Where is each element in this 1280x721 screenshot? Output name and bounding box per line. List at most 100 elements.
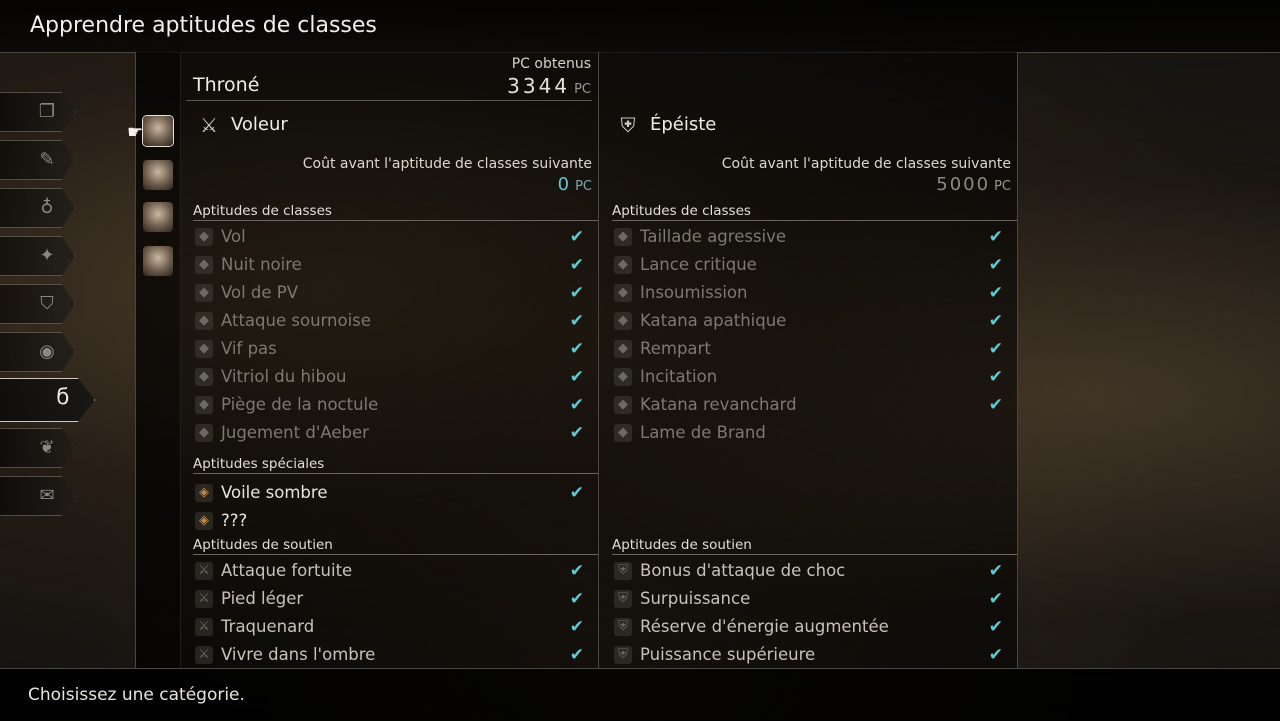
section-special-skills: Aptitudes spéciales	[193, 456, 598, 474]
category-tab-scroll[interactable]: ✉	[0, 476, 75, 516]
support-skill-icon: ⚔	[195, 618, 213, 636]
skill-name: Lance critique	[640, 255, 757, 274]
skill-row[interactable]: ◆ Nuit noire ✔	[193, 253, 584, 279]
skill-row[interactable]: ◆ Rempart ✔	[612, 337, 1003, 363]
skill-row[interactable]: ◈ Voile sombre ✔	[193, 481, 584, 507]
divider	[186, 100, 592, 101]
learned-check-icon: ✔	[988, 395, 1003, 415]
skill-row[interactable]: ◆ Katana apathique ✔	[612, 309, 1003, 335]
skill-icon: ◆	[195, 228, 213, 246]
portrait-throne[interactable]: ☛	[127, 116, 173, 146]
learned-check-icon: ✔	[569, 483, 584, 503]
skill-row[interactable]: ⚔ Traquenard ✔	[193, 615, 584, 641]
left-job-panel: Throné PC obtenus 3344 PC ⚔ Voleur Coût a…	[180, 52, 599, 668]
skill-row[interactable]: ⛨ Réserve d'énergie augmentée ✔	[612, 615, 1003, 641]
section-class-skills: Aptitudes de classes	[612, 203, 1017, 221]
potion-icon: ♁	[40, 197, 54, 218]
cost-label: Coût avant l'aptitude de classes suivant…	[721, 156, 1011, 172]
skill-row[interactable]: ⛨ Puissance supérieure ✔	[612, 643, 1003, 669]
book-icon: ❐	[38, 101, 56, 122]
skill-name: Puissance supérieure	[640, 645, 816, 664]
support-skill-icon: ⛨	[614, 562, 632, 580]
orb-icon: ◉	[39, 341, 55, 362]
skill-row[interactable]: ◆ Vitriol du hibou ✔	[193, 365, 584, 391]
skill-name: Vivre dans l'ombre	[221, 645, 376, 664]
learned-check-icon: ✔	[988, 255, 1003, 275]
skill-row[interactable]: ◆ Vol ✔	[193, 225, 584, 251]
skill-row[interactable]: ◆ Jugement d'Aeber ✔	[193, 421, 584, 447]
portrait-character-2[interactable]	[143, 160, 173, 190]
skill-row[interactable]: ◆ Vol de PV ✔	[193, 281, 584, 307]
learned-check-icon: ✔	[569, 255, 584, 275]
skill-row[interactable]: ◆ Taillade agressive ✔	[612, 225, 1003, 251]
skill-name: Surpuissance	[640, 589, 751, 608]
special-skill-icon: ◈	[195, 484, 213, 502]
learned-check-icon: ✔	[988, 367, 1003, 387]
learned-check-icon: ✔	[569, 589, 584, 609]
learned-check-icon: ✔	[569, 227, 584, 247]
category-tab-potion[interactable]: ♁	[0, 188, 75, 228]
skill-name: Vitriol du hibou	[221, 367, 347, 386]
section-class-skills: Aptitudes de classes	[193, 203, 598, 221]
category-tab-feather[interactable]: ✎	[0, 140, 75, 180]
category-tab-book[interactable]: ❐	[0, 92, 75, 132]
skill-row[interactable]: ◆ Incitation ✔	[612, 365, 1003, 391]
section-support-skills: Aptitudes de soutien	[193, 537, 598, 555]
curl-icon: ϭ	[56, 385, 70, 410]
pc-label: PC obtenus	[511, 56, 591, 72]
character-name: Throné	[193, 74, 260, 96]
support-skill-icon: ⛨	[614, 590, 632, 608]
skill-row[interactable]: ◆ Lance critique ✔	[612, 253, 1003, 279]
portrait-character-4[interactable]	[143, 246, 173, 276]
leaf-icon: ❦	[39, 437, 55, 458]
skill-name: Attaque sournoise	[221, 311, 371, 330]
skill-icon: ◆	[195, 284, 213, 302]
skill-name: Attaque fortuite	[221, 561, 353, 580]
skill-row[interactable]: ⛨ Bonus d'attaque de choc ✔	[612, 559, 1003, 585]
learned-check-icon: ✔	[569, 423, 584, 443]
skill-row[interactable]: ◆ Attaque sournoise ✔	[193, 309, 584, 335]
skill-row[interactable]: ⚔ Attaque fortuite ✔	[193, 559, 584, 585]
skill-row[interactable]: ⛨ Surpuissance ✔	[612, 587, 1003, 613]
footer-bar: Choisissez une catégorie.	[0, 668, 1280, 721]
category-tab-leaf[interactable]: ❦	[0, 428, 75, 468]
scroll-icon: ✉	[39, 485, 55, 506]
skill-icon: ◆	[614, 368, 632, 386]
category-tab-sparkle[interactable]: ✦	[0, 236, 75, 276]
category-tab-curl[interactable]: ϭ	[0, 378, 95, 422]
learned-check-icon: ✔	[988, 283, 1003, 303]
learned-check-icon: ✔	[988, 589, 1003, 609]
skill-row[interactable]: ⚔ Vivre dans l'ombre ✔	[193, 643, 584, 669]
shield-icon: ⛉	[40, 293, 54, 314]
skill-icon: ◆	[614, 312, 632, 330]
skill-icon: ◆	[195, 312, 213, 330]
portrait-character-3[interactable]	[143, 202, 173, 232]
skill-icon: ◆	[614, 256, 632, 274]
dagger-icon: ⚔	[200, 113, 218, 137]
skill-icon: ◆	[195, 424, 213, 442]
help-hint: Choisissez une catégorie.	[28, 685, 245, 705]
skill-name: Bonus d'attaque de choc	[640, 561, 846, 580]
support-skill-icon: ⚔	[195, 646, 213, 664]
support-skill-icon: ⛨	[614, 646, 632, 664]
learned-check-icon: ✔	[988, 339, 1003, 359]
feather-icon: ✎	[39, 149, 55, 170]
learned-check-icon: ✔	[569, 283, 584, 303]
cost-value: 5000 PC	[936, 174, 1011, 195]
skill-row[interactable]: ◆ Insoumission ✔	[612, 281, 1003, 307]
learned-check-icon: ✔	[569, 617, 584, 637]
sparkle-icon: ✦	[39, 245, 55, 266]
learned-check-icon: ✔	[569, 367, 584, 387]
skill-icon: ◆	[614, 228, 632, 246]
skill-row[interactable]: ◆ Lame de Brand	[612, 421, 1003, 447]
skill-name: Traquenard	[221, 617, 315, 636]
skill-row[interactable]: ◈???	[193, 509, 584, 535]
skill-row[interactable]: ◆ Vif pas ✔	[193, 337, 584, 363]
skill-row[interactable]: ◆ Katana revanchard ✔	[612, 393, 1003, 419]
category-tab-orb[interactable]: ◉	[0, 332, 75, 372]
skill-name: Piège de la noctule	[221, 395, 379, 414]
category-tab-shield[interactable]: ⛉	[0, 284, 75, 324]
learned-check-icon: ✔	[569, 395, 584, 415]
skill-row[interactable]: ⚔ Pied léger ✔	[193, 587, 584, 613]
skill-row[interactable]: ◆ Piège de la noctule ✔	[193, 393, 584, 419]
